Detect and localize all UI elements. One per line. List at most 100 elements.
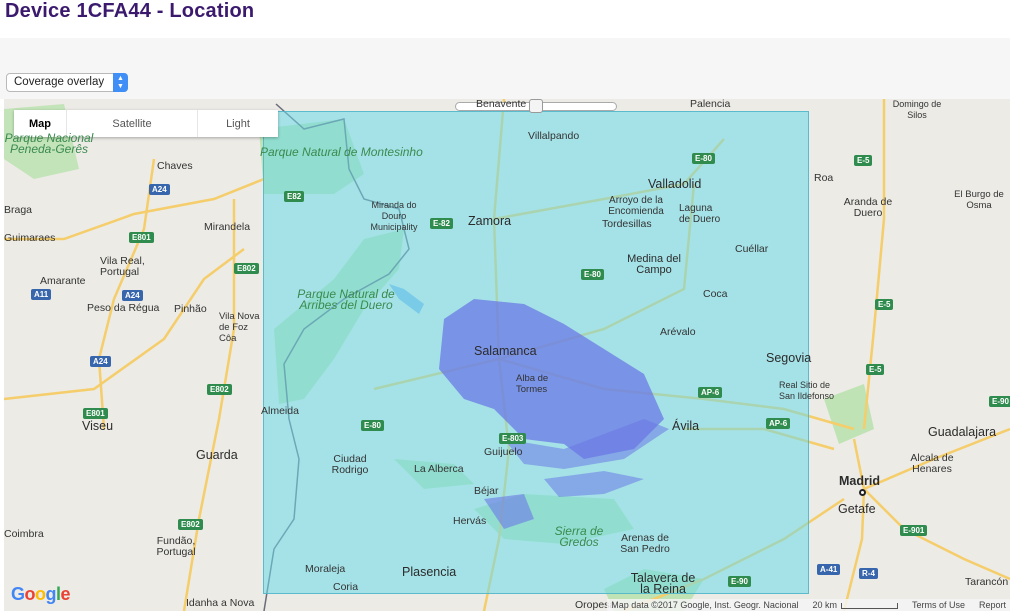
road-shield: A24 xyxy=(90,356,111,367)
city-label: Chaves xyxy=(157,160,193,172)
town-label: Cuéllar xyxy=(735,243,769,255)
city-label: Ávila xyxy=(672,419,700,433)
road-shield: E802 xyxy=(178,519,203,530)
road-shield: E801 xyxy=(83,408,108,419)
scale-indicator: 20 km xyxy=(812,600,898,610)
road-shield: E802 xyxy=(207,384,232,395)
town-label: Domingo de Silos xyxy=(892,99,942,120)
toolbar-band xyxy=(0,38,1010,99)
road-shield: E801 xyxy=(129,232,154,243)
city-label: Valladolid xyxy=(648,177,702,191)
town-label: Tarancón xyxy=(965,576,1009,588)
town-label: Braga xyxy=(4,204,33,216)
town-label: Roa xyxy=(814,172,834,184)
city-marker-icon xyxy=(859,489,866,496)
town-label: Arroyo de la Encomienda xyxy=(608,195,664,217)
city-label: Salamanca xyxy=(474,344,537,358)
town-label: Guijuelo xyxy=(484,446,523,458)
town-label: El Burgo de Osma xyxy=(954,189,1004,211)
road-shield: A24 xyxy=(149,184,170,195)
town-label: La Alberca xyxy=(414,463,464,475)
town-label: Guimaraes xyxy=(4,232,56,244)
scale-label: 20 km xyxy=(812,600,837,610)
city-label: Viseu xyxy=(82,419,114,433)
road-shield: E-5 xyxy=(875,299,894,310)
road-shield: E82 xyxy=(284,191,305,202)
town-label: Almeida xyxy=(261,405,299,417)
town-label: Medina del Campo xyxy=(627,253,681,276)
town-label: Mirandela xyxy=(204,221,251,233)
town-label: Vila Nova de Foz Côa xyxy=(219,311,260,344)
road-shield: A-41 xyxy=(817,564,841,575)
town-label: Real Sitio de San Ildefonso xyxy=(779,380,835,401)
city-label: Benavente xyxy=(476,99,527,110)
map-data-text: Map data ©2017 Google, Inst. Geogr. Naci… xyxy=(611,600,799,610)
overlay-opacity-slider-thumb[interactable] xyxy=(529,99,543,113)
town-label: Moraleja xyxy=(305,563,346,575)
town-label: Aranda de Duero xyxy=(843,196,893,219)
road-shield: E-901 xyxy=(900,525,928,536)
road-shield: E-90 xyxy=(728,576,751,587)
town-label: Alcala de Henares xyxy=(910,452,954,475)
town-label: Coca xyxy=(703,288,728,300)
road-shield: AP-6 xyxy=(698,387,723,398)
map-type-light-button[interactable]: Light xyxy=(198,110,278,137)
town-label: Ciudad Rodrigo xyxy=(331,453,369,476)
town-label: Tordesillas xyxy=(602,218,652,230)
town-label: Arenas de San Pedro xyxy=(620,532,670,555)
road-shield: E-80 xyxy=(581,269,604,280)
park-label: Parque Natural de Montesinho xyxy=(260,145,423,159)
town-label: Arévalo xyxy=(660,326,696,338)
town-label: Peso da Régua xyxy=(87,302,160,314)
road-shield: E-5 xyxy=(866,364,885,375)
city-label: Vila Real, Portugal xyxy=(100,255,145,278)
scale-bar xyxy=(840,602,898,609)
city-label: Madrid xyxy=(839,474,880,488)
town-label: Laguna de Duero xyxy=(679,203,721,225)
park-label: Sierra de Gredos xyxy=(554,524,604,549)
town-label: Pinhão xyxy=(174,303,207,315)
city-label: Talavera de la Reina xyxy=(630,571,696,596)
road-shield: A24 xyxy=(122,290,143,301)
town-label: Idanha a Nova xyxy=(186,597,255,609)
road-shield: R-4 xyxy=(859,568,878,579)
road-shield: E-90 xyxy=(989,396,1010,407)
google-logo: Google xyxy=(11,584,71,604)
city-label: Segovia xyxy=(766,351,812,365)
page-title: Device 1CFA44 - Location xyxy=(5,0,255,22)
town-label: Hervás xyxy=(453,515,487,527)
park-label: Parque Nacional Peneda-Gerês xyxy=(4,131,94,156)
town-label: Alba de Tormes xyxy=(516,373,549,395)
city-label: Zamora xyxy=(468,214,512,228)
road-shield: E-80 xyxy=(692,153,715,164)
city-label: Guadalajara xyxy=(928,425,997,439)
town-label: Coimbra xyxy=(4,528,44,540)
select-arrows-icon: ▲ ▼ xyxy=(113,73,128,92)
city-label: Palencia xyxy=(690,99,731,110)
town-label: Fundão, Portugal xyxy=(156,535,196,558)
road-shield: E-5 xyxy=(854,155,873,166)
city-label: Plasencia xyxy=(402,565,457,579)
town-label: Villalpando xyxy=(528,130,580,142)
town-label: Amarante xyxy=(40,275,86,287)
road-shield: E-82 xyxy=(430,218,453,229)
coverage-signal-area xyxy=(484,494,534,529)
city-label: Béjar xyxy=(474,485,499,497)
park-label: Parque Natural de Arribes del Duero xyxy=(297,287,395,312)
terms-link[interactable]: Terms of Use xyxy=(912,600,965,610)
overlay-select-value: Coverage overlay xyxy=(14,76,105,88)
road-shield: A11 xyxy=(31,289,52,300)
road-shield: E-80 xyxy=(361,420,384,431)
map-attribution: Map data ©2017 Google, Inst. Geogr. Naci… xyxy=(607,599,1010,611)
report-link[interactable]: Report xyxy=(979,600,1006,610)
town-label: Coria xyxy=(333,581,359,593)
city-label: Guarda xyxy=(196,448,238,462)
city-label: Getafe xyxy=(838,502,876,516)
road-shield: E-803 xyxy=(499,433,527,444)
map[interactable]: Map Satellite Light Parque Natural de Mo… xyxy=(4,99,1010,611)
road-shield: E802 xyxy=(234,263,259,274)
coverage-signal-area xyxy=(544,471,644,497)
road-shield: AP-6 xyxy=(766,418,791,429)
overlay-select[interactable]: Coverage overlay ▲ ▼ xyxy=(6,73,128,92)
town-label: Miranda do Douro Municipality xyxy=(370,200,418,232)
